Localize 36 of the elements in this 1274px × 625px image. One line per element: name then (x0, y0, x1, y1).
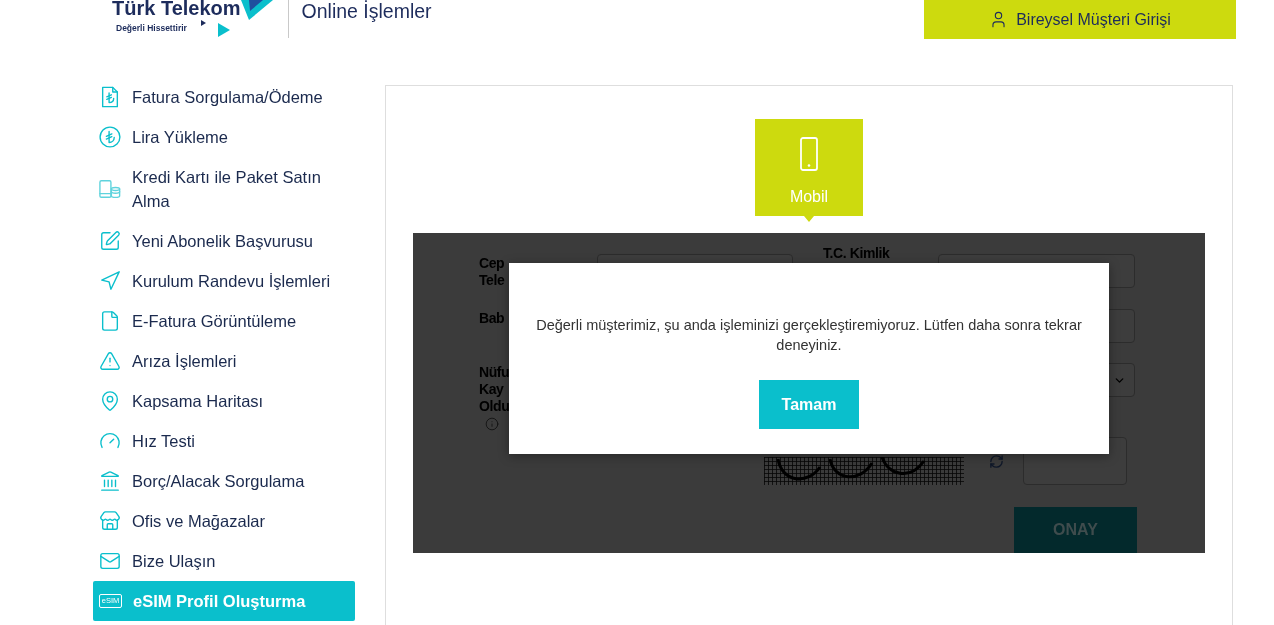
edit-icon (99, 230, 121, 252)
store-icon (99, 510, 121, 532)
sidebar-item[interactable]: E-Fatura Görüntüleme (93, 301, 355, 341)
dialog-message: Değerli müşterimiz, şu anda işleminizi gerçekleştiremiyoruz. Lütfen daha sonra tekrar deneyiniz. (535, 316, 1083, 355)
field-label: Nüfu Kay Oldu (479, 364, 510, 415)
lira-document-icon (99, 86, 121, 108)
sidebar-item[interactable]: Fatura Sorgulama/Ödeme (93, 77, 355, 117)
mail-icon (99, 550, 121, 572)
sidebar-item[interactable]: Bize Ulaşın (93, 541, 355, 581)
field-label: T.C. Kimlik (823, 245, 890, 262)
bank-icon (99, 470, 121, 492)
field-label: Cep Tele (479, 255, 506, 289)
sidebar-item[interactable]: Kurulum Randevu İşlemleri (93, 261, 355, 301)
sidebar-item[interactable]: Borç/Alacak Sorgulama (93, 461, 355, 501)
document-icon (99, 310, 121, 332)
login-button[interactable]: Bireysel Müşteri Girişi (924, 0, 1236, 39)
site-title: Online İşlemler (301, 0, 432, 22)
refresh-icon[interactable] (989, 453, 1004, 469)
sidebar-item[interactable]: Ofis ve Mağazalar (93, 501, 355, 541)
phone-coins-icon (99, 178, 121, 200)
sidebar-item[interactable]: Lira Yükleme (93, 117, 355, 157)
sidebar-item[interactable]: Hız Testi (93, 421, 355, 461)
navigation-arrow-icon (99, 270, 121, 292)
sidebar-item[interactable]: Kredi Kartı ile Paket Satın Alma (93, 157, 355, 221)
sidebar-item[interactable]: Arıza İşlemleri (93, 341, 355, 381)
map-pin-icon (99, 390, 121, 412)
brand-name: Türk Telekom (112, 0, 241, 18)
logo-mark-icon (240, 0, 273, 20)
sidebar-item[interactable]: Kapsama Haritası (93, 381, 355, 421)
brand-tagline: Değerli Hissettirir (116, 22, 187, 34)
lira-coin-icon (99, 126, 121, 148)
warning-icon (99, 350, 121, 372)
field-label: Bab (479, 310, 506, 327)
phone-icon (800, 137, 818, 171)
sidebar-item[interactable]: Yeni Abonelik Başvurusu (93, 221, 355, 261)
logo-triangles-icon (200, 20, 230, 37)
